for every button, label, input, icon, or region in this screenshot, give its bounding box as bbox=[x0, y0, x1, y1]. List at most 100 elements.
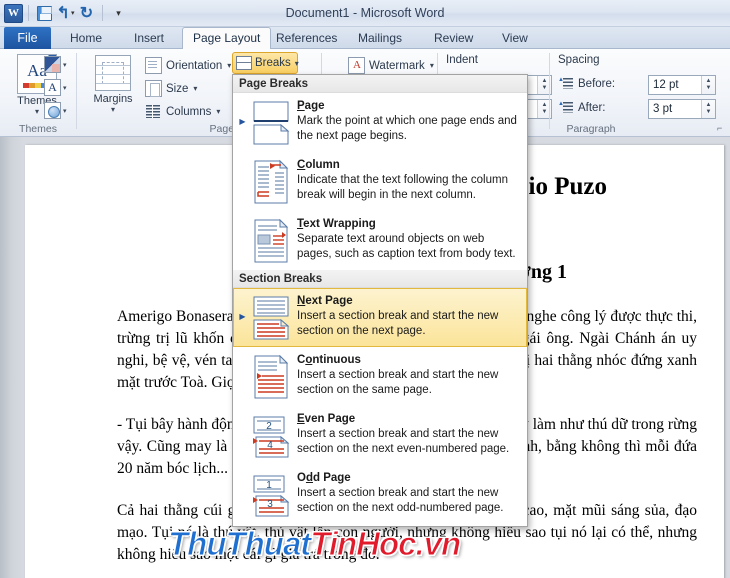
menu-item-odd-page[interactable]: 1 3 Odd Page Insert a section break and … bbox=[233, 465, 527, 524]
columns-label: Columns bbox=[166, 105, 212, 118]
columns-icon bbox=[145, 103, 162, 120]
even-page-break-icon: 2 4 bbox=[247, 412, 295, 459]
tab-page-layout[interactable]: Page Layout bbox=[182, 27, 272, 50]
tab-review[interactable]: Review bbox=[424, 27, 483, 49]
breaks-dropdown-menu[interactable]: Page Breaks ▶ Page Mark the point at whi… bbox=[232, 74, 528, 527]
tab-file[interactable]: File bbox=[4, 27, 51, 49]
size-icon bbox=[145, 80, 162, 97]
word-app-icon[interactable]: W bbox=[4, 3, 23, 23]
orientation-button[interactable]: Orientation ▾ bbox=[145, 55, 231, 76]
watermark-button[interactable]: A Watermark ▾ bbox=[348, 55, 434, 76]
menu-item-title: Column bbox=[297, 159, 340, 171]
menu-item-column[interactable]: Column Indicate that the text following … bbox=[233, 152, 527, 211]
menu-item-description: Insert a section break and start the new… bbox=[297, 428, 510, 455]
menu-marker-spacer bbox=[238, 353, 247, 371]
chevron-down-icon: ▾ bbox=[63, 84, 67, 92]
site-watermark: ThuThuatTinHoc.vn bbox=[167, 525, 462, 563]
watermark-label: Watermark bbox=[369, 59, 425, 72]
tab-insert[interactable]: Insert bbox=[124, 27, 174, 49]
svg-text:3: 3 bbox=[267, 499, 273, 510]
quick-access-toolbar: W ↰ ▾ ↻ ▾ bbox=[4, 2, 129, 24]
tab-mailings[interactable]: Mailings bbox=[348, 27, 412, 49]
menu-section-heading: Page Breaks bbox=[233, 75, 527, 93]
size-button[interactable]: Size ▾ bbox=[145, 78, 197, 99]
tab-references[interactable]: References bbox=[266, 27, 347, 49]
spacing-after-icon bbox=[558, 100, 574, 115]
customize-qat-icon[interactable]: ▾ bbox=[108, 3, 129, 24]
chevron-down-icon: ▾ bbox=[294, 58, 299, 68]
menu-item-title: Text Wrapping bbox=[297, 218, 376, 230]
title-bar: Document1 - Microsoft Word W ↰ ▾ ↻ ▾ bbox=[0, 0, 730, 27]
theme-fonts-button[interactable]: A ▾ bbox=[44, 77, 67, 98]
qat-divider-1 bbox=[28, 5, 29, 21]
svg-text:1: 1 bbox=[266, 480, 272, 491]
menu-item-title: Even Page bbox=[297, 413, 356, 425]
undo-icon[interactable]: ↰ ▾ bbox=[55, 3, 76, 24]
breaks-button[interactable]: Breaks ▾ bbox=[232, 52, 299, 74]
menu-item-description: Separate text around objects on web page… bbox=[297, 233, 516, 260]
svg-text:4: 4 bbox=[267, 440, 273, 451]
watermark-part-1: ThuThuat bbox=[167, 525, 311, 563]
redo-icon[interactable]: ↻ bbox=[76, 3, 97, 24]
submenu-marker-icon: ▶ bbox=[239, 312, 246, 321]
spacing-before-value: 12 pt bbox=[653, 79, 679, 91]
orientation-icon bbox=[145, 57, 162, 74]
menu-item-description: Insert a section break and start the new… bbox=[297, 310, 499, 337]
paragraph-dialog-launcher[interactable]: ⌐ bbox=[717, 124, 727, 134]
indent-label: Indent bbox=[446, 54, 478, 66]
spacing-after-stepper[interactable]: ▲ ▼ bbox=[701, 100, 715, 118]
menu-item-text-wrapping[interactable]: Text Wrapping Separate text around objec… bbox=[233, 211, 527, 270]
theme-mini-buttons: ▾ A ▾ ▾ bbox=[44, 54, 67, 123]
menu-item-description: Insert a section break and start the new… bbox=[297, 487, 504, 514]
theme-colors-button[interactable]: ▾ bbox=[44, 54, 67, 75]
menu-marker-spacer bbox=[238, 471, 247, 489]
chevron-down-icon: ▾ bbox=[193, 84, 198, 93]
menu-section-heading: Section Breaks bbox=[233, 270, 527, 288]
menu-item-page[interactable]: ▶ Page Mark the point at which one page … bbox=[233, 93, 527, 152]
theme-effects-button[interactable]: ▾ bbox=[44, 100, 67, 121]
menu-item-text: Page Mark the point at which one page en… bbox=[295, 99, 520, 144]
menu-item-next-page[interactable]: ▶ Next Page Insert a section break and s… bbox=[233, 288, 527, 347]
next-page-break-icon bbox=[247, 294, 295, 341]
spacing-after-value: 3 pt bbox=[653, 103, 673, 115]
chevron-down-icon: ▾ bbox=[227, 61, 232, 70]
margins-button[interactable]: Margins ▾ bbox=[87, 55, 139, 114]
menu-item-text: Even Page Insert a section break and sta… bbox=[295, 412, 520, 457]
menu-item-even-page[interactable]: 2 4 Even Page Insert a section break and… bbox=[233, 406, 527, 465]
chevron-down-icon: ▾ bbox=[216, 107, 221, 116]
odd-page-break-icon: 1 3 bbox=[247, 471, 295, 518]
menu-item-continuous[interactable]: Continuous Insert a section break and st… bbox=[233, 347, 527, 406]
spacing-before-spinner[interactable]: 12 pt ▲ ▼ bbox=[648, 75, 716, 95]
menu-item-description: Indicate that the text following the col… bbox=[297, 174, 508, 201]
columns-button[interactable]: Columns ▾ bbox=[145, 101, 220, 122]
margins-button-label: Margins bbox=[93, 93, 133, 105]
breaks-label: Breaks bbox=[255, 57, 291, 69]
submenu-marker-icon: ▶ bbox=[239, 117, 246, 126]
tab-home[interactable]: Home bbox=[60, 27, 112, 49]
tab-view[interactable]: View bbox=[492, 27, 538, 49]
menu-item-title: Page bbox=[297, 100, 325, 112]
menu-item-text: Continuous Insert a section break and st… bbox=[295, 353, 520, 398]
spacing-before-label: Before: bbox=[578, 78, 616, 90]
chevron-down-icon: ▾ bbox=[63, 61, 67, 69]
text-wrapping-break-icon bbox=[247, 217, 295, 264]
menu-item-title: Continuous bbox=[297, 354, 361, 366]
ribbon-group-spacing: Spacing Before: 12 pt ▲▼ After: 3 pt ▲▼ … bbox=[552, 49, 730, 136]
spacing-before-stepper[interactable]: ▲ ▼ bbox=[701, 76, 715, 94]
themes-group-label: Themes bbox=[19, 123, 57, 135]
chevron-down-icon: ▾ bbox=[429, 61, 434, 70]
group-divider-4 bbox=[549, 53, 550, 129]
menu-marker-spacer bbox=[238, 158, 247, 176]
paragraph-group-label: Paragraph bbox=[566, 123, 616, 135]
watermark-part-2: TinHoc.vn bbox=[310, 525, 462, 563]
theme-colors-icon bbox=[44, 56, 61, 73]
spacing-after-label: After: bbox=[578, 102, 606, 114]
svg-text:2: 2 bbox=[266, 421, 272, 432]
menu-item-description: Insert a section break and start the new… bbox=[297, 369, 499, 396]
page-break-icon bbox=[247, 99, 295, 146]
breaks-icon bbox=[236, 55, 252, 71]
word-window: Document1 - Microsoft Word W ↰ ▾ ↻ ▾ File… bbox=[0, 0, 730, 578]
save-icon[interactable] bbox=[34, 3, 55, 24]
spacing-after-spinner[interactable]: 3 pt ▲ ▼ bbox=[648, 99, 716, 119]
qat-divider-2 bbox=[102, 5, 103, 21]
